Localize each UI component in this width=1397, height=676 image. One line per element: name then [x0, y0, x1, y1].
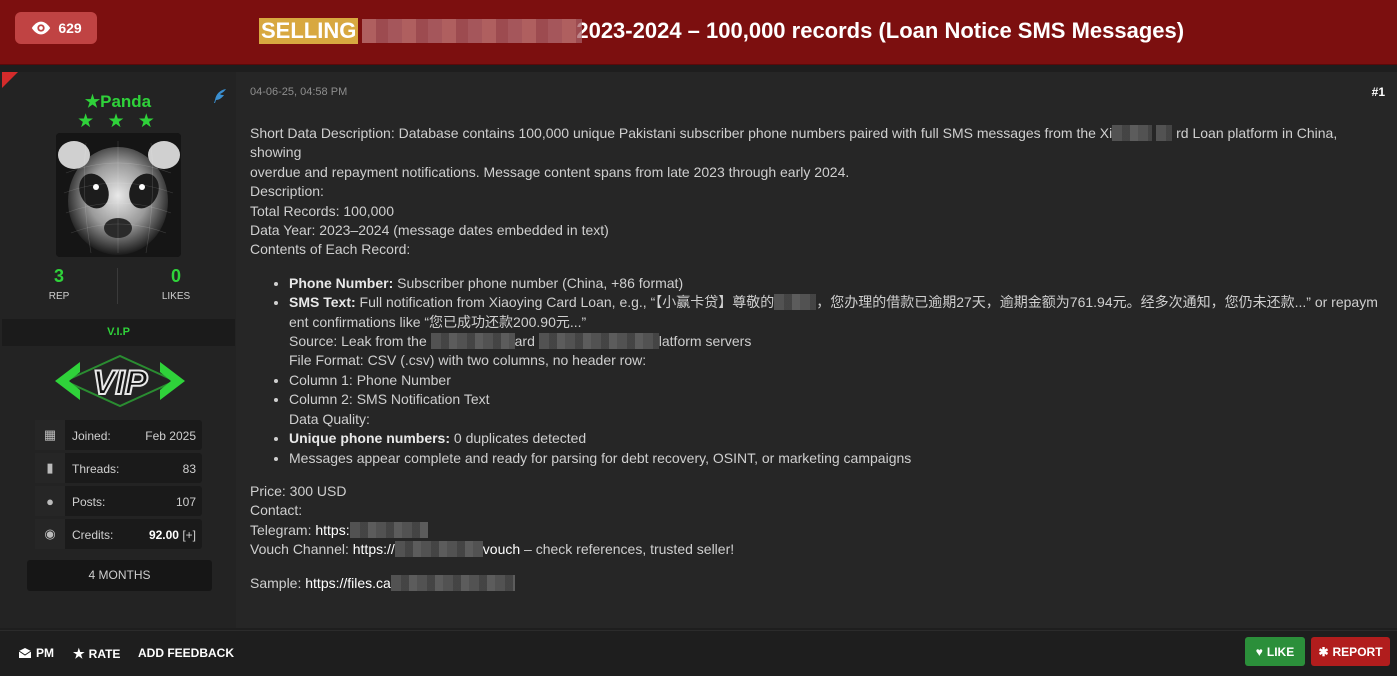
eye-icon — [32, 21, 51, 35]
redacted-text — [430, 333, 515, 350]
vouch-link[interactable]: https://vouch — [353, 541, 520, 558]
info-threads[interactable]: ▮ Threads: 83 — [35, 453, 202, 483]
star-icon: ★ — [73, 646, 85, 661]
telegram-line: Telegram: https: — [250, 521, 1385, 540]
list-item: Unique phone numbers: 0 duplicates detec… — [289, 429, 1385, 448]
redacted-text — [349, 521, 428, 538]
thread-title: SELLING 2023-2024 – 100,000 records (Loa… — [259, 18, 1184, 44]
redacted-text — [390, 574, 515, 591]
book-icon: ▮ — [35, 453, 65, 483]
like-button[interactable]: ♥ LIKE — [1245, 637, 1305, 666]
report-button[interactable]: ✱ REPORT — [1311, 637, 1390, 666]
sample-link[interactable]: https://files.ca — [305, 574, 515, 591]
thread-title-text: 2023-2024 – 100,000 records (Loan Notice… — [576, 18, 1185, 43]
redacted-text — [538, 333, 659, 350]
new-post-corner-marker — [2, 72, 18, 88]
list-item: Column 1: Phone Number — [289, 371, 1385, 390]
sample-line: Sample: https://files.ca — [250, 574, 1385, 593]
rate-button[interactable]: ★ RATE — [73, 646, 120, 662]
redacted-text — [394, 541, 483, 558]
redacted-title — [362, 19, 583, 43]
rank-stars: ★ ★ ★ — [77, 111, 159, 132]
list-item: Phone Number: Subscriber phone number (C… — [289, 274, 1385, 293]
member-tenure: 4 MONTHS — [27, 560, 212, 591]
likes-count: 0 — [170, 266, 181, 286]
list-item: Messages appear complete and ready for p… — [289, 449, 1385, 468]
info-joined: ▦ Joined: Feb 2025 — [35, 420, 202, 450]
post-content: Short Data Description: Database contain… — [250, 124, 1385, 593]
record-contents-list: Phone Number: Subscriber phone number (C… — [289, 274, 1385, 468]
likes-stat[interactable]: 0 LIKES — [117, 266, 235, 302]
redacted-text — [1112, 125, 1153, 141]
view-count-badge: 629 — [15, 12, 97, 44]
vip-logo-text: VIP — [93, 364, 148, 402]
list-item: Column 2: SMS Notification TextData Qual… — [289, 390, 1385, 429]
avatar[interactable] — [56, 133, 181, 257]
pm-button[interactable]: PM — [18, 646, 54, 660]
add-feedback-button[interactable]: ADD FEEDBACK — [138, 646, 234, 660]
reputation-stat[interactable]: 3 REP — [0, 266, 118, 302]
telegram-link[interactable]: https: — [315, 521, 428, 538]
coins-icon: ◉ — [35, 519, 65, 549]
bug-icon: ✱ — [1318, 644, 1329, 659]
reputation-label: REP — [48, 291, 70, 302]
list-item: SMS Text: Full notification from Xiaoyin… — [289, 293, 1385, 371]
redacted-text — [1156, 125, 1173, 141]
credits-add-link[interactable]: [+] — [182, 528, 196, 542]
calendar-icon: ▦ — [35, 420, 65, 450]
star-icon: ★ — [84, 92, 101, 111]
vouch-line: Vouch Channel: https://vouch – check ref… — [250, 541, 735, 558]
redacted-text — [774, 294, 817, 311]
vip-logo: VIP — [55, 354, 185, 408]
likes-label: LIKES — [161, 291, 191, 302]
user-group: V.I.P — [2, 319, 235, 346]
info-posts[interactable]: ● Posts: 107 — [35, 486, 202, 516]
post-date: 04-06-25, 04:58 PM — [250, 86, 348, 98]
view-count: 629 — [58, 20, 82, 36]
reputation-count: 3 — [53, 266, 64, 286]
post-number[interactable]: #1 — [1372, 85, 1385, 99]
comments-icon: ● — [35, 486, 65, 516]
short-description: Short Data Description: Database contain… — [250, 125, 1338, 161]
username[interactable]: ★Panda — [0, 92, 236, 112]
info-credits: ◉ Credits: 92.00 [+] — [35, 519, 202, 549]
heart-icon: ♥ — [1255, 644, 1263, 659]
credits-value: 92.00 — [148, 528, 179, 542]
selling-tag: SELLING — [259, 18, 359, 44]
envelope-icon — [18, 647, 32, 658]
